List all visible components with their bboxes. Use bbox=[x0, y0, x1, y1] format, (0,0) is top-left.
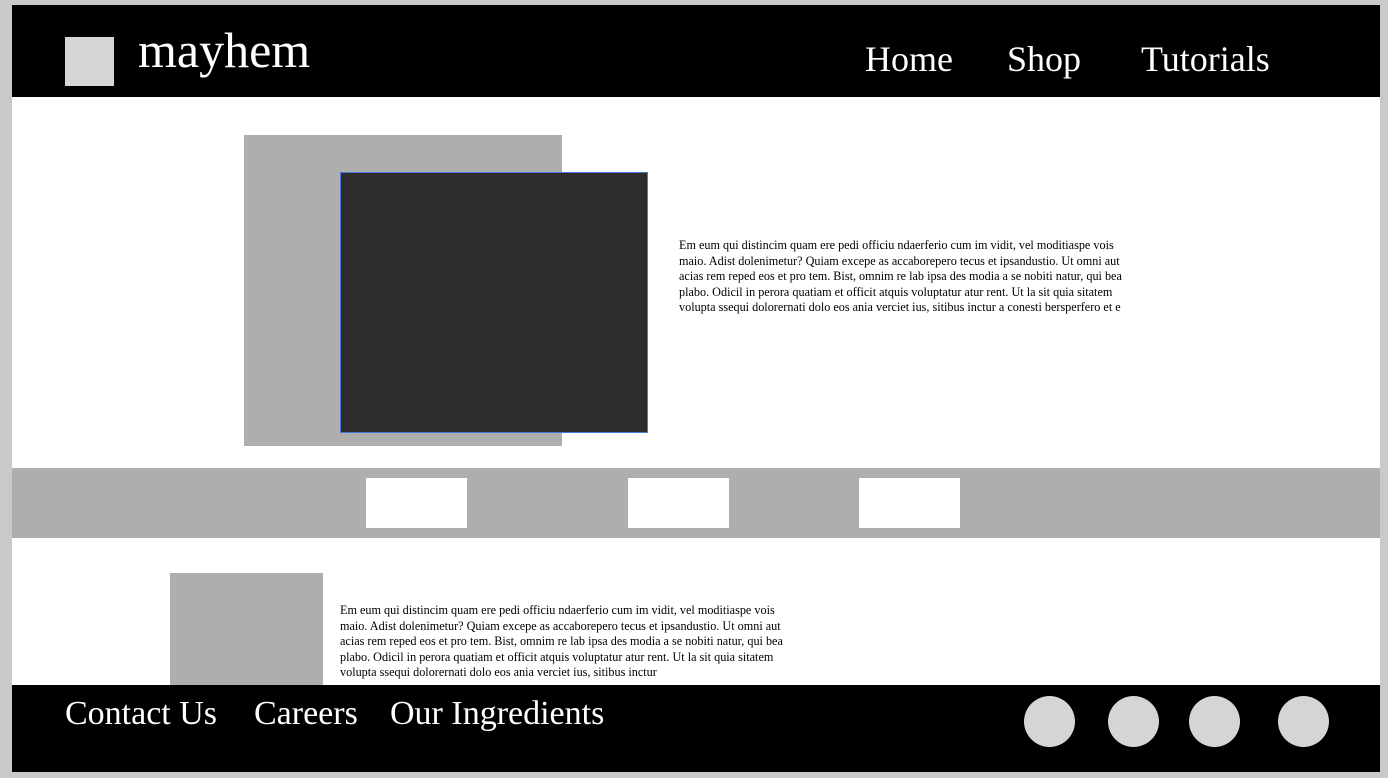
footer-contact-link[interactable]: Contact Us bbox=[65, 697, 217, 731]
category-band bbox=[12, 468, 1380, 538]
site-header: mayhem Home Shop Tutorials bbox=[12, 5, 1380, 97]
hero-image-placeholder bbox=[340, 172, 648, 433]
footer-ingredients-link[interactable]: Our Ingredients bbox=[390, 697, 604, 731]
page-frame: mayhem Home Shop Tutorials Em eum qui di… bbox=[12, 5, 1380, 772]
category-button-3[interactable] bbox=[859, 478, 960, 528]
logo-placeholder-icon[interactable] bbox=[65, 37, 114, 86]
category-button-1[interactable] bbox=[366, 478, 467, 528]
social-icon-2[interactable] bbox=[1108, 696, 1159, 747]
brand-name[interactable]: mayhem bbox=[138, 25, 310, 75]
site-footer: Contact Us Careers Our Ingredients bbox=[12, 685, 1380, 772]
social-icon-3[interactable] bbox=[1189, 696, 1240, 747]
social-icon-1[interactable] bbox=[1024, 696, 1075, 747]
feature-image-placeholder bbox=[170, 573, 323, 693]
nav-shop-link[interactable]: Shop bbox=[1007, 41, 1081, 77]
footer-careers-link[interactable]: Careers bbox=[254, 697, 358, 731]
nav-home-link[interactable]: Home bbox=[865, 41, 953, 77]
category-button-2[interactable] bbox=[628, 478, 729, 528]
feature-paragraph: Em eum qui distincim quam ere pedi offic… bbox=[340, 603, 783, 679]
social-icon-4[interactable] bbox=[1278, 696, 1329, 747]
hero-paragraph: Em eum qui distincim quam ere pedi offic… bbox=[679, 238, 1122, 314]
nav-tutorials-link[interactable]: Tutorials bbox=[1141, 41, 1270, 77]
